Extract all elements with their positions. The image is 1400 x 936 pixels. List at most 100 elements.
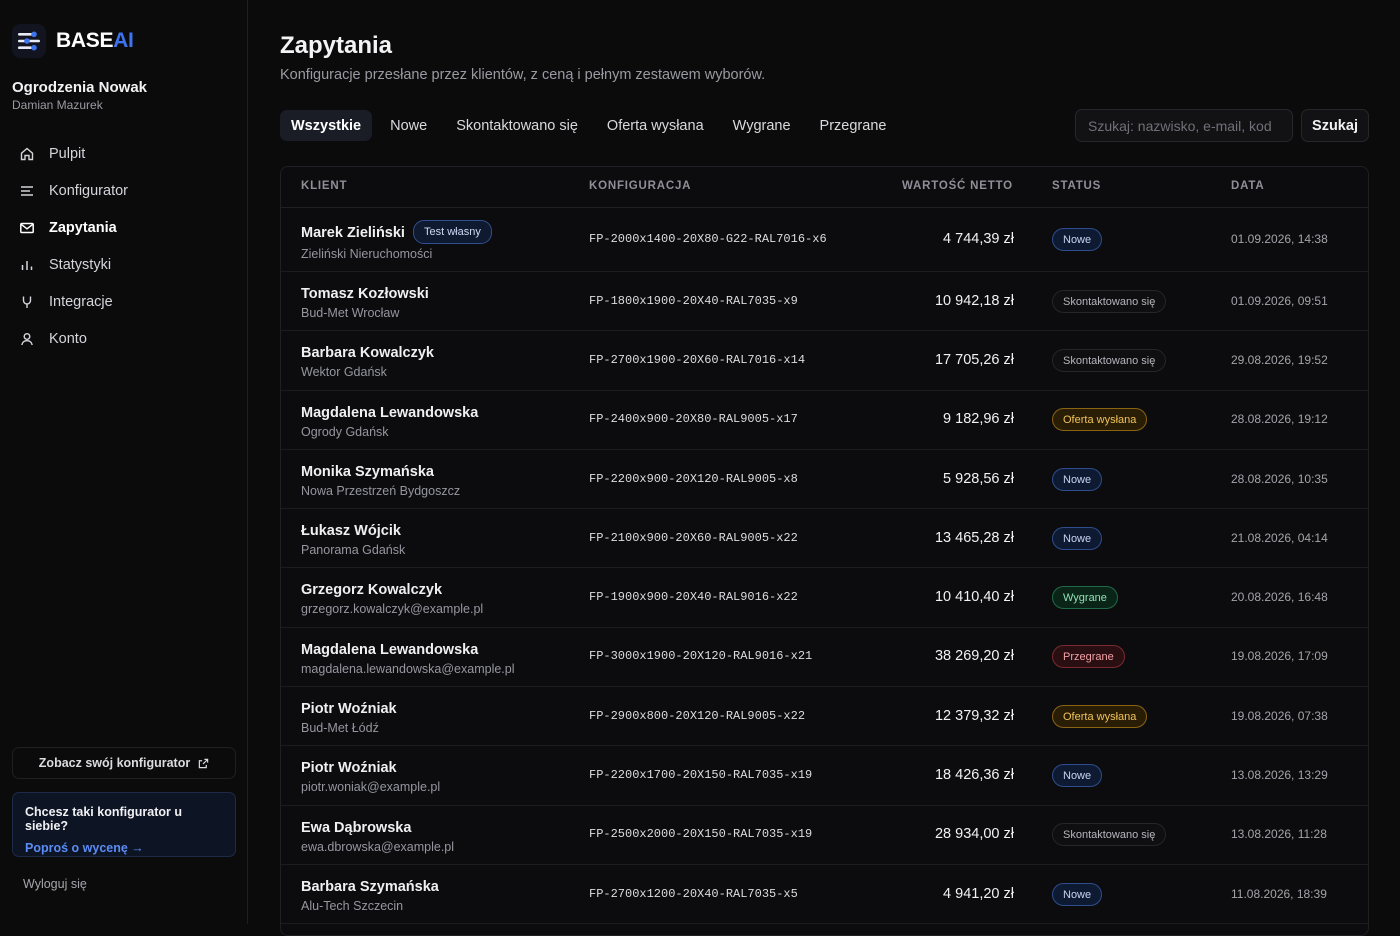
table-row[interactable]: Łukasz Wójcik Panorama Gdańsk FP-2100x90…: [281, 509, 1368, 569]
brand-name: BASEAI: [56, 29, 134, 52]
nav-label: Pulpit: [49, 145, 86, 162]
config-code: FP-2700x1200-20X40-RAL7035-x5: [589, 886, 798, 901]
date-cell: 19.08.2026, 07:38: [1231, 708, 1328, 723]
config-code: FP-2200x900-20X120-RAL9005-x8: [589, 471, 798, 486]
column-header-config[interactable]: KONFIGURACJA: [589, 180, 691, 192]
config-code: FP-3000x1900-20X120-RAL9016-x21: [589, 649, 813, 664]
client-name: Magdalena Lewandowska: [301, 641, 479, 658]
status-badge[interactable]: Nowe: [1052, 764, 1103, 788]
table-row[interactable]: Monika Szymańska Nowa Przestrzeń Bydgosz…: [281, 450, 1368, 510]
date-cell: 28.08.2026, 19:12: [1231, 412, 1328, 427]
table-row[interactable]: Tomasz Kozłowski Bud-Met Wrocław FP-1800…: [281, 272, 1368, 332]
client-cell: Łukasz Wójcik Panorama Gdańsk: [301, 522, 405, 557]
client-cell: Barbara Kowalczyk Wektor Gdańsk: [301, 344, 434, 379]
tab-przegrane[interactable]: Przegrane: [809, 110, 898, 141]
status-cell: Skontaktowano się: [1052, 823, 1167, 847]
table-row[interactable]: Grzegorz Kowalczyk grzegorz.kowalczyk@ex…: [281, 568, 1368, 628]
column-header-status[interactable]: STATUS: [1052, 180, 1101, 192]
see-configurator-button[interactable]: Zobacz swój konfigurator: [12, 747, 236, 779]
table-row[interactable]: Barbara Kowalczyk Wektor Gdańsk FP-2700x…: [281, 331, 1368, 391]
status-badge[interactable]: Nowe: [1052, 526, 1103, 550]
net-value: 18 426,36 zł: [934, 767, 1014, 784]
table-row[interactable]: Piotr Woźniak Bud-Met Łódź FP-2900x800-2…: [281, 687, 1368, 747]
tab-oferta-wyslana[interactable]: Oferta wysłana: [596, 110, 715, 141]
status-badge[interactable]: Nowe: [1052, 467, 1103, 491]
request-quote-link[interactable]: Poproś o wycenę →: [25, 841, 223, 855]
config-code: FP-2000x1400-20X80-G22-RAL7016-x6: [589, 232, 827, 246]
user-icon: [17, 329, 37, 349]
table-row[interactable]: Magdalena Lewandowska magdalena.lewandow…: [281, 628, 1368, 688]
client-cell: Tomasz Kozłowski Bud-Met Wrocław: [301, 285, 429, 320]
client-name: Barbara Kowalczyk: [301, 345, 434, 362]
external-link-icon: [198, 758, 209, 769]
sidebar-item-zapytania[interactable]: Zapytania: [12, 209, 236, 246]
status-cell: Nowe: [1052, 228, 1103, 251]
search-input[interactable]: [1075, 109, 1293, 142]
status-badge[interactable]: Oferta wysłana: [1052, 408, 1148, 432]
net-value: 4 744,39 zł: [943, 231, 1014, 247]
table-header: KLIENT KONFIGURACJA WARTOŚĆ NETTO STATUS…: [281, 167, 1368, 208]
config-code: FP-2900x800-20X120-RAL9005-x22: [589, 708, 806, 723]
column-header-date[interactable]: DATA: [1231, 180, 1264, 192]
client-subtitle: Nowa Przestrzeń Bydgoszcz: [301, 483, 461, 498]
client-name: Łukasz Wójcik: [301, 523, 401, 540]
brand-logo[interactable]: BASEAI: [12, 24, 134, 58]
tab-wygrane[interactable]: Wygrane: [722, 110, 802, 141]
promo-card: Chcesz taki konfigurator u siebie? Popro…: [12, 792, 236, 857]
status-badge[interactable]: Wygrane: [1052, 586, 1118, 610]
sidebar-item-pulpit[interactable]: Pulpit: [12, 135, 236, 172]
plug-icon: [17, 292, 37, 312]
nav-label: Konto: [49, 330, 87, 347]
client-subtitle: Wektor Gdańsk: [301, 365, 387, 380]
date-cell: 28.08.2026, 10:35: [1231, 471, 1328, 486]
date-cell: 13.08.2026, 11:28: [1231, 827, 1327, 842]
page-title: Zapytania: [280, 32, 393, 59]
sidebar-item-statystyki[interactable]: Statystyki: [12, 246, 236, 283]
home-icon: [17, 144, 37, 164]
config-code: FP-2400x900-20X80-RAL9005-x17: [589, 412, 798, 427]
table-row[interactable]: Magdalena Lewandowska Ogrody Gdańsk FP-2…: [281, 391, 1368, 450]
status-badge[interactable]: Skontaktowano się: [1052, 823, 1167, 847]
search-button[interactable]: Szukaj: [1301, 109, 1369, 142]
table-row[interactable]: Marek Zieliński Test własny Zieliński Nie…: [281, 208, 1368, 272]
client-name: Barbara Szymańska: [301, 878, 439, 895]
table-row[interactable]: Ewa Dąbrowska ewa.dbrowska@example.pl FP…: [281, 806, 1368, 865]
table-row[interactable]: Barbara Szymańska Alu-Tech Szczecin FP-2…: [281, 865, 1368, 925]
client-subtitle: Panorama Gdańsk: [301, 543, 406, 558]
tab-nowe[interactable]: Nowe: [379, 110, 438, 141]
config-code: FP-2200x1700-20X150-RAL7035-x19: [589, 768, 813, 783]
sidebar-item-konfigurator[interactable]: Konfigurator: [12, 172, 236, 209]
client-subtitle: Bud-Met Wrocław: [301, 306, 400, 320]
tab-wszystkie[interactable]: Wszystkie: [280, 110, 373, 141]
user-name: Damian Mazurek: [12, 98, 103, 112]
nav-label: Integracje: [49, 293, 113, 310]
column-header-value[interactable]: WARTOŚĆ NETTO: [902, 180, 1013, 192]
status-cell: Przegrane: [1052, 645, 1125, 669]
status-badge[interactable]: Nowe: [1052, 882, 1103, 906]
table-body: Marek Zieliński Test własny Zieliński Nie…: [281, 208, 1368, 925]
status-badge[interactable]: Nowe: [1052, 228, 1103, 251]
client-cell: Magdalena Lewandowska magdalena.lewandow…: [301, 641, 515, 676]
main-nav: Pulpit Konfigurator Zapytania Statystyki…: [12, 135, 236, 357]
status-badge[interactable]: Oferta wysłana: [1052, 704, 1148, 728]
client-subtitle: magdalena.lewandowska@example.pl: [301, 661, 515, 676]
table-row[interactable]: Piotr Woźniak piotr.woniak@example.pl FP…: [281, 746, 1368, 806]
net-value: 38 269,20 zł: [934, 648, 1014, 665]
status-badge[interactable]: Skontaktowano się: [1052, 348, 1167, 372]
sidebar-item-konto[interactable]: Konto: [12, 320, 236, 357]
client-name: Monika Szymańska: [301, 463, 434, 480]
tag-badge: Test własny: [412, 220, 492, 244]
nav-label: Statystyki: [49, 256, 112, 273]
date-cell: 13.08.2026, 13:29: [1231, 768, 1328, 783]
tab-skontaktowano[interactable]: Skontaktowano się: [445, 110, 589, 141]
column-header-client[interactable]: KLIENT: [301, 180, 347, 192]
page-subtitle: Konfiguracje przesłane przez klientów, z…: [280, 67, 766, 83]
client-subtitle: piotr.woniak@example.pl: [301, 780, 441, 795]
status-badge[interactable]: Skontaktowano się: [1052, 289, 1167, 313]
status-badge[interactable]: Przegrane: [1052, 645, 1125, 669]
client-cell: Marek Zieliński Test własny Zieliński Nie…: [301, 220, 492, 261]
logout-link[interactable]: Wyloguj się: [23, 877, 87, 891]
sidebar-item-integracje[interactable]: Integracje: [12, 283, 236, 320]
inquiries-table: KLIENT KONFIGURACJA WARTOŚĆ NETTO STATUS…: [280, 166, 1369, 936]
client-cell: Monika Szymańska Nowa Przestrzeń Bydgosz…: [301, 463, 460, 498]
